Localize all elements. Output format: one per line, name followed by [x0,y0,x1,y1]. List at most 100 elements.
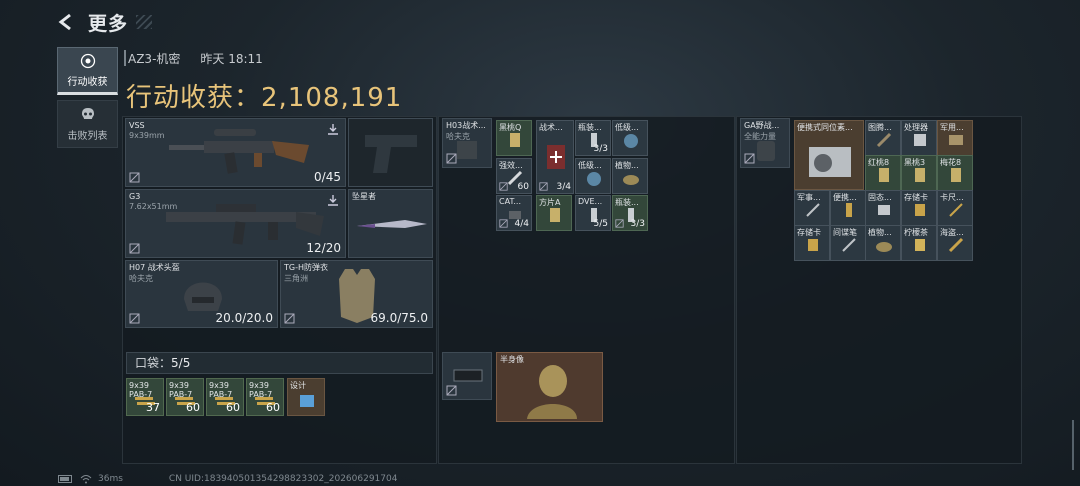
chest-rig-slot[interactable]: H03战术... 哈夫克 [442,118,492,168]
backpack-item[interactable]: 卡尺... [937,190,973,226]
backpack-item[interactable]: 红桃8 [865,155,901,191]
wifi-icon [80,475,92,484]
totem-icon [876,132,892,148]
backpack-icon [757,141,775,161]
tab-label: 击败列表 [67,130,108,142]
target-icon [80,53,95,68]
pocket-item[interactable]: 9x39 PAB-7 60 [246,378,284,416]
blueprint-icon [300,395,314,407]
rig-item[interactable]: DVE... 5/5 [575,195,611,231]
safebox-item[interactable]: 半身像 [496,352,603,422]
battery-icon [846,203,852,217]
raid-time: 昨天 18:11 [200,52,263,66]
rig-name: H03战术... [446,121,486,130]
unlinked-icon [446,153,457,164]
pocket-item[interactable]: 9x39 PAB-7 60 [206,378,244,416]
tab-haul[interactable]: 行动收获 [57,47,118,95]
pocket-item[interactable]: 9x39 PAB-7 60 [166,378,204,416]
backpack-item[interactable]: 军事... [794,190,830,226]
rig-item[interactable]: 方片A [536,195,572,231]
memory-card-icon [808,239,818,251]
helmet-brand: 哈夫克 [129,274,153,283]
backpack-item[interactable]: 便携式同位素... [794,120,864,190]
helmet-slot[interactable]: H07 战术头盔 哈夫克 20.0/20.0 [125,260,278,328]
download-icon[interactable] [327,123,339,135]
helmet-name: H07 战术头盔 [129,263,180,272]
backpack-item[interactable]: 存储卡 [901,190,937,226]
unlinked-icon [284,313,295,324]
unlinked-icon [499,219,508,228]
download-icon[interactable] [327,194,339,206]
item-count: 60 [186,401,200,414]
rig-item[interactable]: 战术... 3/4 [536,120,574,194]
page-title: 更多 [88,12,129,35]
ammo-count: 12/20 [306,241,341,255]
tab-kills[interactable]: 击败列表 [57,100,118,148]
rig-item[interactable]: 黑桃Q [496,120,532,156]
backpack-name: GA野战... [744,121,780,130]
jar-icon [623,175,639,185]
pirate-item-icon [948,237,964,253]
skull-icon [81,107,94,119]
primary-weapon-slot-2[interactable]: G3 7.62x51mm 12/20 [125,189,346,258]
rig-item[interactable]: 低级... [575,158,611,194]
rig-item[interactable]: 强效... 60 [496,158,532,194]
backpack-item[interactable]: 处理器 [901,120,937,156]
backpack-item[interactable]: 海盗... [937,225,973,261]
battery-icon [58,475,72,483]
knife-icon [357,220,427,228]
pistol-slot[interactable] [348,118,433,187]
ssd-icon [878,205,890,215]
pocket-label: 口袋： [135,356,172,370]
caliper-icon [949,203,963,217]
melee-name: 坠星者 [352,192,376,201]
jar-icon [876,242,892,252]
pocket-item[interactable]: 设计 [287,378,325,416]
card-icon [510,133,520,147]
backpack-item[interactable]: 军用... [937,120,973,156]
unlinked-icon [539,182,548,191]
backpack-slot[interactable]: GA野战... 全能力量 [740,118,790,168]
backpack-item[interactable]: 梅花8 [937,155,973,191]
rig-item[interactable]: CAT... 4/4 [496,195,532,231]
durability: 69.0/75.0 [370,311,428,325]
rig-item[interactable]: 瓶装... 3/3 [612,195,648,231]
item-name: 设计 [290,381,306,390]
weapon-caliber: 9x39mm [129,131,165,140]
title-decoration [136,15,153,29]
back-arrow-icon[interactable] [54,10,78,34]
raid-meta: AZ3-机密 昨天 18:11 [128,50,263,67]
tab-label: 行动收获 [67,76,108,88]
pocket-header: 口袋：5/5 [126,352,433,374]
backpack-item[interactable]: 黑桃3 [901,155,937,191]
case-icon [453,369,483,382]
backpack-item[interactable]: 存储卡 [794,225,830,261]
backpack-item[interactable]: 固态... [865,190,901,226]
rig-item[interactable]: 植物... [612,158,648,194]
armor-name: TG-H防弹衣 [284,263,328,272]
map-name: AZ3-机密 [128,52,181,66]
armor-slot[interactable]: TG-H防弹衣 三角洲 69.0/75.0 [280,260,433,328]
item-count: 37 [146,401,160,414]
pistol-silhouette-icon [365,135,417,173]
unlinked-icon [129,243,140,254]
backpack-item[interactable]: 柠檬茶 [901,225,937,261]
status-footer: 36ms CN UID:183940501354298823302_202606… [58,474,397,484]
unlinked-icon [615,219,624,228]
safebox-slot[interactable] [442,352,492,400]
bust-statue-icon [527,365,577,419]
backpack-item[interactable]: 图腾... [865,120,901,156]
canister-icon [587,172,601,186]
pocket-item[interactable]: 9x39 PAB-7 37 [126,378,164,416]
backpack-item[interactable]: 间谍笔 [830,225,866,261]
rig-item[interactable]: 瓶装... 3/3 [575,120,611,156]
rig-item[interactable]: 低级... [612,120,648,156]
melee-slot[interactable]: 坠星者 [348,189,433,258]
primary-weapon-slot-1[interactable]: VSS 9x39mm 0/45 [125,118,346,187]
backpack-item[interactable]: 植物... [865,225,901,261]
chest-rig-icon [457,141,477,159]
tea-box-icon [915,239,925,251]
meta-divider [124,50,126,66]
pen-icon [842,238,856,252]
backpack-item[interactable]: 便携... [830,190,866,226]
